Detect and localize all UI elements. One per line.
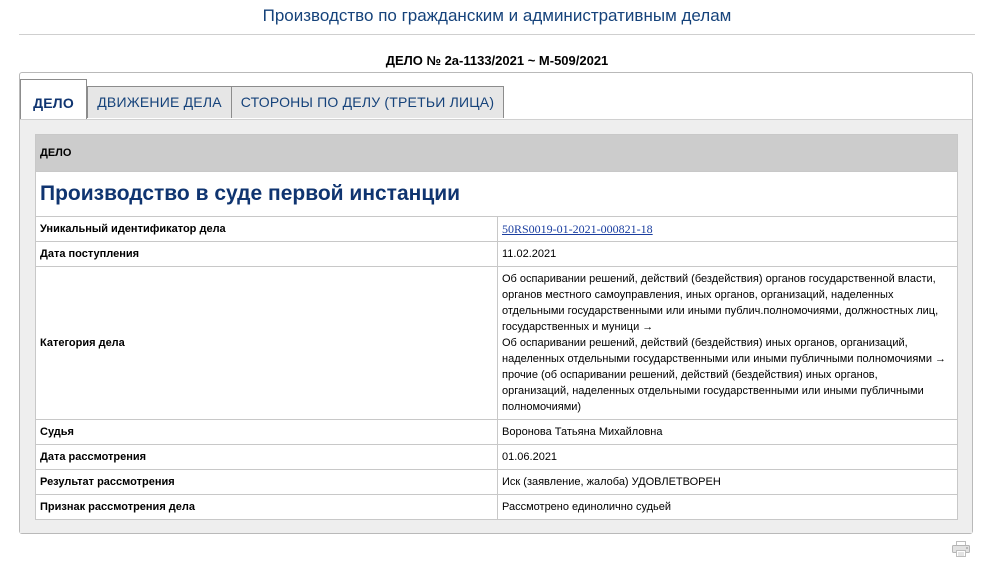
- title-divider: [19, 34, 975, 35]
- printer-icon[interactable]: [952, 541, 970, 557]
- category-line: наделенных отдельными государственными и…: [502, 353, 947, 365]
- table-row: Дата рассмотрения 01.06.2021: [35, 444, 958, 470]
- table-row: Категория дела Об оспаривании решений, д…: [35, 266, 958, 420]
- table-row: Уникальный идентификатор дела 50RS0019-0…: [35, 216, 958, 242]
- uid-label: Уникальный идентификатор дела: [35, 216, 498, 242]
- category-line: Об оспаривании решений, действий (бездей…: [502, 273, 936, 285]
- review-sign-label: Признак рассмотрения дела: [35, 494, 498, 520]
- uid-link[interactable]: 50RS0019-01-2021-000821-18: [502, 222, 653, 236]
- review-date-value: 01.06.2021: [497, 444, 958, 470]
- category-value: Об оспаривании решений, действий (бездей…: [497, 266, 958, 420]
- instance-title: Производство в суде первой инстанции: [35, 171, 958, 217]
- judge-label: Судья: [35, 419, 498, 445]
- tab-case-movement[interactable]: ДВИЖЕНИЕ ДЕЛА: [87, 86, 232, 118]
- received-date-label: Дата поступления: [35, 241, 498, 267]
- result-label: Результат рассмотрения: [35, 469, 498, 495]
- category-line: Об оспаривании решений, действий (бездей…: [502, 337, 908, 349]
- category-line: государственных и муници →: [502, 321, 654, 333]
- category-line: отдельными государственными или иными пу…: [502, 305, 939, 317]
- judge-value: Воронова Татьяна Михайловна: [497, 419, 958, 445]
- table-header-row: ДЕЛО: [35, 134, 958, 172]
- case-info-table: ДЕЛО Производство в суде первой инстанци…: [35, 134, 958, 520]
- instance-row: Производство в суде первой инстанции: [35, 171, 958, 217]
- category-line: прочие (об оспаривании решений, действий…: [502, 369, 878, 381]
- category-line: организаций, наделенных отдельными госуд…: [502, 385, 924, 397]
- table-row: Дата поступления 11.02.2021: [35, 241, 958, 267]
- review-sign-value: Рассмотрено единолично судьей: [497, 494, 958, 520]
- received-date-value: 11.02.2021: [497, 241, 958, 267]
- table-row: Судья Воронова Татьяна Михайловна: [35, 419, 958, 445]
- tab-bar: ДЕЛО ДВИЖЕНИЕ ДЕЛА СТОРОНЫ ПО ДЕЛУ (ТРЕТ…: [20, 73, 972, 120]
- tab-case[interactable]: ДЕЛО: [20, 79, 87, 119]
- tab-case-parties[interactable]: СТОРОНЫ ПО ДЕЛУ (ТРЕТЬИ ЛИЦА): [231, 86, 504, 118]
- table-row: Признак рассмотрения дела Рассмотрено ед…: [35, 494, 958, 520]
- section-header: ДЕЛО: [35, 134, 958, 172]
- uid-value-cell: 50RS0019-01-2021-000821-18: [497, 216, 958, 242]
- case-number: ДЕЛО № 2а-1133/2021 ~ М-509/2021: [385, 53, 609, 68]
- category-line: полномочиями): [502, 401, 582, 413]
- result-value: Иск (заявление, жалоба) УДОВЛЕТВОРЕН: [497, 469, 958, 495]
- review-date-label: Дата рассмотрения: [35, 444, 498, 470]
- table-row: Результат рассмотрения Иск (заявление, ж…: [35, 469, 958, 495]
- page-title: Производство по гражданским и администра…: [262, 6, 732, 25]
- category-label: Категория дела: [35, 266, 498, 420]
- category-line: органов местного самоуправления, иных ор…: [502, 289, 894, 301]
